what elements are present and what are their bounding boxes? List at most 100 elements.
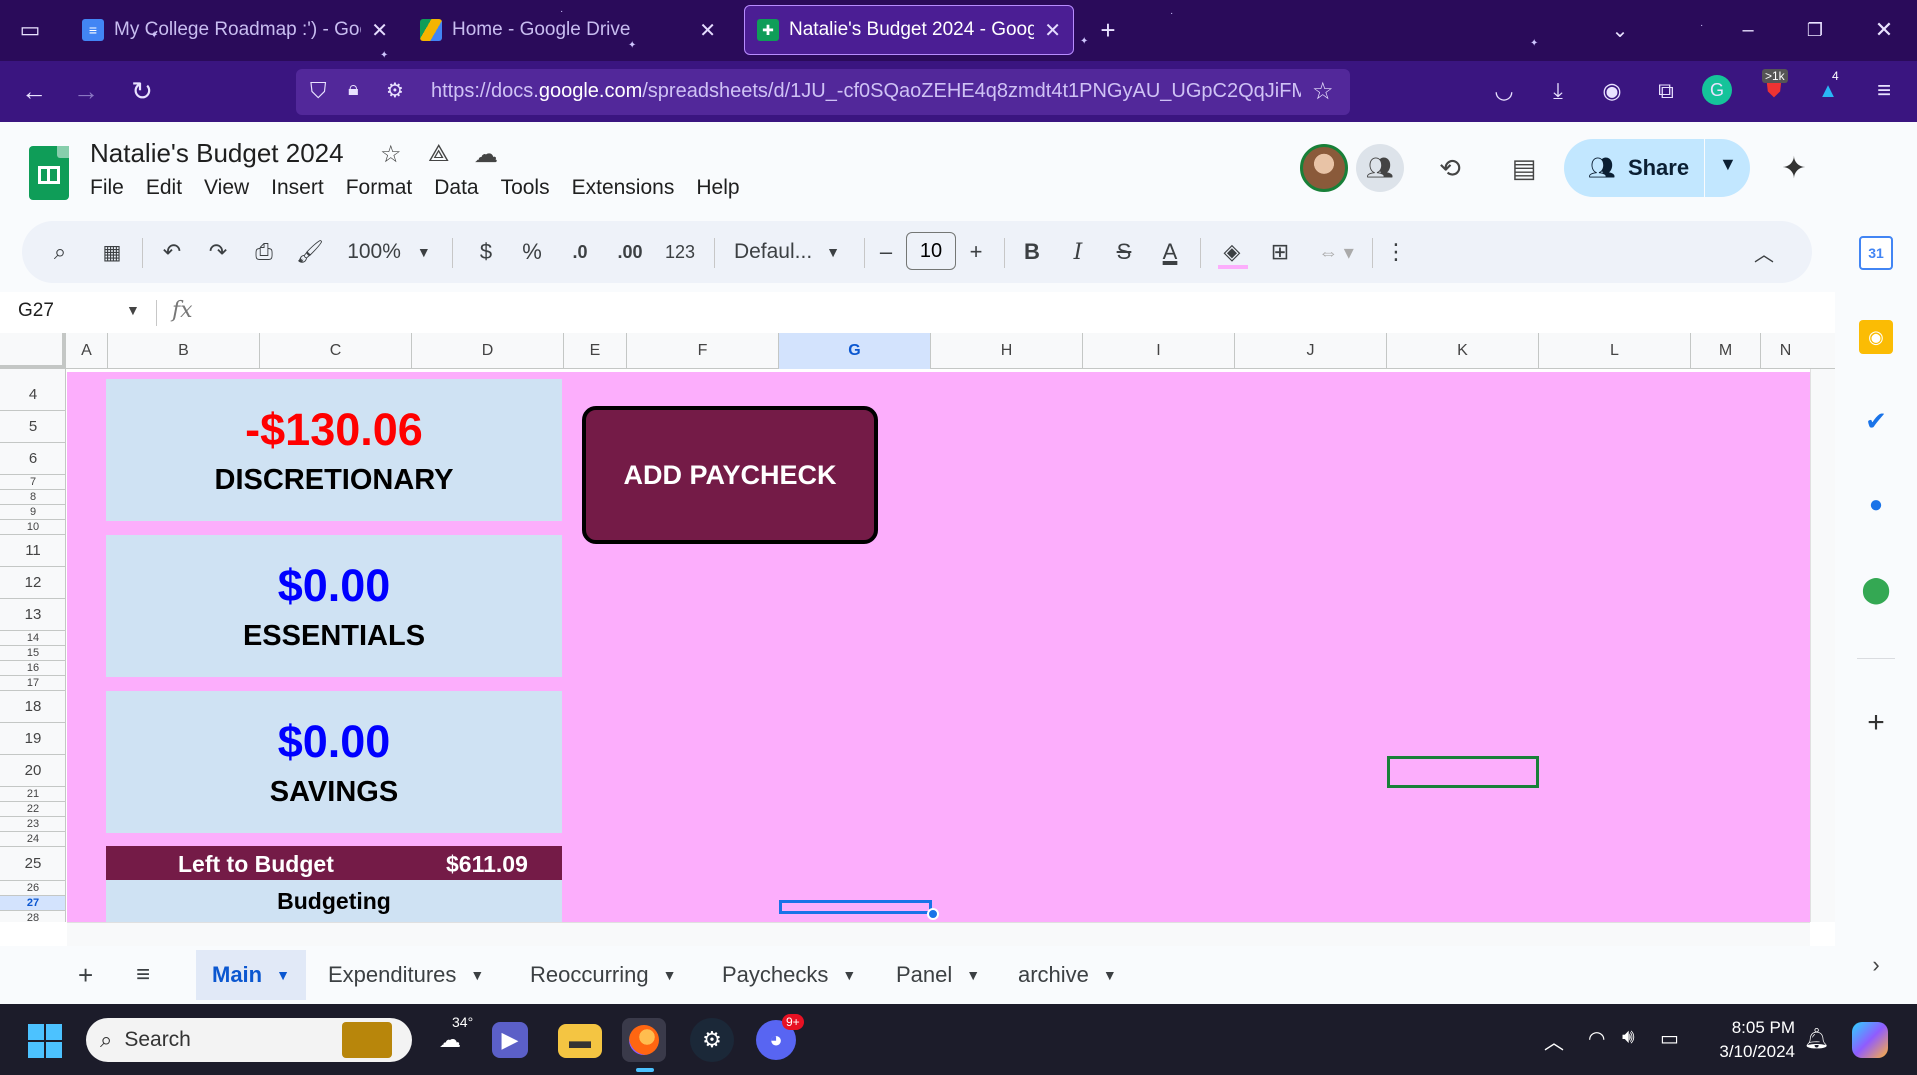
search-menus-icon[interactable]: ⌕ <box>40 221 80 283</box>
menu-file[interactable]: File <box>90 176 124 200</box>
firefox-icon[interactable] <box>622 1018 666 1062</box>
account-icon[interactable]: ◉ <box>1594 73 1630 109</box>
column-header[interactable]: N <box>1761 333 1810 369</box>
column-header[interactable]: I <box>1083 333 1235 369</box>
menu-help[interactable]: Help <box>696 176 739 200</box>
wifi-icon[interactable]: ◠ <box>1588 1026 1605 1051</box>
sheet-tab-reoccurring[interactable]: Reoccurring ▼ <box>530 950 676 1000</box>
row-header[interactable]: 24 <box>0 832 65 847</box>
row-header[interactable]: 26 <box>0 881 65 896</box>
increase-font-size-icon[interactable]: + <box>958 221 994 283</box>
column-header[interactable]: H <box>931 333 1083 369</box>
file-explorer-icon[interactable]: ▬ <box>558 1024 602 1058</box>
discretionary-card[interactable]: -$130.06 DISCRETIONARY <box>106 379 562 521</box>
print-icon[interactable]: ⎙ <box>244 221 284 283</box>
browser-tab-natalies-budget[interactable]: ✚ Natalie's Budget 2024 - Google ✕ <box>744 5 1074 55</box>
redo-icon[interactable]: ↷ <box>198 221 238 283</box>
calendar-icon[interactable]: ▦ <box>92 221 132 283</box>
close-tab-icon[interactable]: ✕ <box>1044 18 1061 43</box>
extension-icon[interactable]: ▲ <box>1810 73 1846 109</box>
copilot-icon[interactable] <box>1852 1022 1888 1058</box>
taskbar-search-box[interactable]: ⌕ Search <box>86 1018 412 1062</box>
lock-icon[interactable]: 🔒︎ <box>348 78 359 101</box>
zoom-select[interactable]: 100% ▼ <box>344 221 434 283</box>
row-header[interactable]: 16 <box>0 661 65 676</box>
column-header[interactable]: A <box>66 333 108 369</box>
horizontal-scrollbar[interactable] <box>67 922 1810 946</box>
battery-icon[interactable]: ▭ <box>1660 1026 1679 1051</box>
budgeting-header[interactable]: Budgeting <box>106 880 562 922</box>
row-header[interactable]: 21 <box>0 787 65 802</box>
download-icon[interactable]: ⤓ <box>1540 73 1576 109</box>
reload-icon[interactable]: ↻ <box>124 73 160 109</box>
italic-button[interactable]: I <box>1058 221 1098 283</box>
row-header-selected[interactable]: 27 <box>0 896 65 911</box>
meet-now-icon[interactable]: ▶ <box>492 1022 528 1058</box>
row-header[interactable]: 5 <box>0 411 65 443</box>
fill-handle[interactable] <box>927 908 939 920</box>
row-header[interactable]: 9 <box>0 505 65 520</box>
essentials-card[interactable]: $0.00 ESSENTIALS <box>106 535 562 677</box>
row-header[interactable]: 19 <box>0 723 65 755</box>
column-header[interactable]: C <box>260 333 412 369</box>
sheet-tab-panel[interactable]: Panel ▼ <box>896 950 980 1000</box>
add-paycheck-button[interactable]: ADD PAYCHECK <box>582 406 878 544</box>
number-format-button[interactable]: 123 <box>658 221 702 283</box>
permissions-icon[interactable]: ⚙︎ <box>386 78 404 103</box>
meet-present-icon[interactable]: 👥︎ <box>1356 144 1404 192</box>
google-sheets-logo-icon[interactable] <box>29 146 69 200</box>
decrease-font-size-icon[interactable]: – <box>868 221 904 283</box>
gemini-sparkle-icon[interactable]: ✦ <box>1770 144 1818 192</box>
collapse-menus-icon[interactable]: ︿ <box>1744 221 1784 283</box>
restore-window-icon[interactable]: ❐ <box>1795 12 1835 48</box>
close-tab-icon[interactable]: ✕ <box>371 18 388 43</box>
strikethrough-icon[interactable]: S <box>1104 221 1144 283</box>
google-keep-icon[interactable]: ◉ <box>1859 320 1893 354</box>
column-header[interactable]: F <box>627 333 779 369</box>
row-header[interactable]: 15 <box>0 646 65 661</box>
column-header-selected[interactable]: G <box>779 333 931 369</box>
bold-button[interactable]: B <box>1012 221 1052 283</box>
menu-edit[interactable]: Edit <box>146 176 182 200</box>
row-header[interactable]: 11 <box>0 535 65 567</box>
merge-cells-icon[interactable]: ⇔ ▾ <box>1308 221 1364 283</box>
collaborator-avatar[interactable] <box>1300 144 1348 192</box>
row-header[interactable]: 18 <box>0 691 65 723</box>
sheet-tab-expenditures[interactable]: Expenditures ▼ <box>328 950 484 1000</box>
menu-format[interactable]: Format <box>346 176 413 200</box>
steam-icon[interactable]: ⚙︎ <box>690 1018 734 1062</box>
savings-card[interactable]: $0.00 SAVINGS <box>106 691 562 833</box>
increase-decimal-button[interactable]: .00 <box>608 221 652 283</box>
sheet-tab-main[interactable]: Main ▼ <box>196 950 306 1000</box>
google-tasks-icon[interactable]: ✔ <box>1859 404 1893 438</box>
star-icon[interactable]: ☆ <box>380 140 402 169</box>
row-header[interactable]: 14 <box>0 631 65 646</box>
vertical-scrollbar[interactable] <box>1810 369 1835 922</box>
cloud-saved-icon[interactable]: ☁︎ <box>474 140 498 169</box>
browser-tab-google-drive[interactable]: Home - Google Drive ✕ <box>408 5 728 55</box>
row-header[interactable]: 17 <box>0 676 65 691</box>
windows-start-icon[interactable] <box>28 1024 62 1058</box>
tracking-protection-icon[interactable]: ⛉ <box>310 78 327 104</box>
taskbar-clock[interactable]: 8:05 PM 3/10/2024 <box>1705 1016 1795 1064</box>
browser-tab-college-roadmap[interactable]: ≡ My College Roadmap :') - Goog ✕ <box>70 5 400 55</box>
column-header[interactable]: B <box>108 333 260 369</box>
menu-view[interactable]: View <box>204 176 249 200</box>
cell-grid[interactable]: -$130.06 DISCRETIONARY $0.00 ESSENTIALS … <box>67 369 1810 922</box>
row-header[interactable]: 13 <box>0 599 65 631</box>
column-header[interactable]: M <box>1691 333 1761 369</box>
minimize-window-icon[interactable]: – <box>1728 12 1768 48</box>
back-arrow-icon[interactable]: ← <box>16 73 52 109</box>
google-maps-icon[interactable]: ⬤ <box>1859 572 1893 606</box>
name-box[interactable]: G27 <box>18 300 54 322</box>
left-to-budget-row[interactable]: Left to Budget $611.09 <box>106 846 562 880</box>
row-header[interactable]: 20 <box>0 755 65 787</box>
show-hidden-icons-chevron-icon[interactable]: ︿ <box>1544 1026 1564 1055</box>
volume-icon[interactable]: 🔊︎ <box>1622 1026 1635 1049</box>
notifications-bell-icon[interactable]: 🔔︎ <box>1804 1026 1829 1051</box>
active-cell-selection[interactable] <box>779 900 932 914</box>
browser-menu-icon[interactable]: ≡ <box>1866 73 1902 109</box>
share-dropdown-icon[interactable]: ▼ <box>1719 154 1737 175</box>
fill-color-icon[interactable]: ◈ <box>1212 221 1252 283</box>
currency-format-button[interactable]: $ <box>468 221 504 283</box>
